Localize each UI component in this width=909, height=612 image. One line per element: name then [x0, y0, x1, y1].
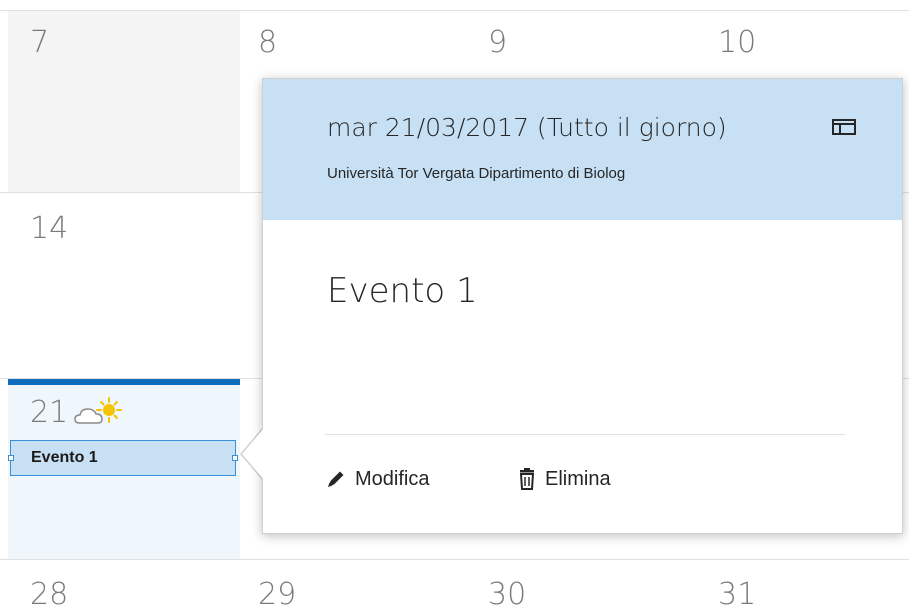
edit-button-label: Modifica: [355, 467, 430, 490]
callout-header: mar 21/03/2017 (Tutto il giorno) Univers…: [263, 79, 902, 220]
day-number-31[interactable]: 31: [718, 580, 756, 610]
event-chip-evento-1[interactable]: Evento 1: [8, 440, 238, 476]
day-number-14[interactable]: 14: [30, 214, 68, 244]
delete-button-label: Elimina: [545, 467, 611, 490]
event-location: Università Tor Vergata Dipartimento di B…: [327, 165, 626, 182]
callout-pointer: [242, 428, 264, 480]
day-number-7[interactable]: 7: [30, 28, 49, 58]
trash-icon: [519, 468, 535, 490]
day-number-8[interactable]: 8: [258, 28, 277, 58]
day-number-9[interactable]: 9: [488, 28, 507, 58]
day-number-30[interactable]: 30: [488, 580, 526, 610]
row-divider: [0, 559, 909, 560]
day-number-10[interactable]: 10: [718, 28, 756, 58]
event-peek-callout: mar 21/03/2017 (Tutto il giorno) Univers…: [262, 78, 903, 534]
resize-handle-left[interactable]: [8, 455, 14, 461]
today-indicator: [8, 379, 240, 385]
resize-handle-right[interactable]: [232, 455, 238, 461]
event-chip-label: Evento 1: [31, 449, 98, 466]
delete-button[interactable]: Elimina: [517, 464, 611, 494]
day-number-29[interactable]: 29: [258, 580, 296, 610]
event-date: mar 21/03/2017 (Tutto il giorno): [327, 113, 727, 142]
event-title: Evento 1: [327, 271, 478, 311]
partly-sunny-icon: [74, 397, 122, 424]
pencil-icon: [328, 471, 344, 487]
row-divider: [0, 10, 909, 11]
day-number-21[interactable]: 21: [30, 398, 68, 428]
expand-window-icon[interactable]: [831, 117, 857, 137]
callout-divider: [325, 434, 845, 435]
edit-button[interactable]: Modifica: [325, 464, 429, 494]
day-number-28[interactable]: 28: [30, 580, 68, 610]
